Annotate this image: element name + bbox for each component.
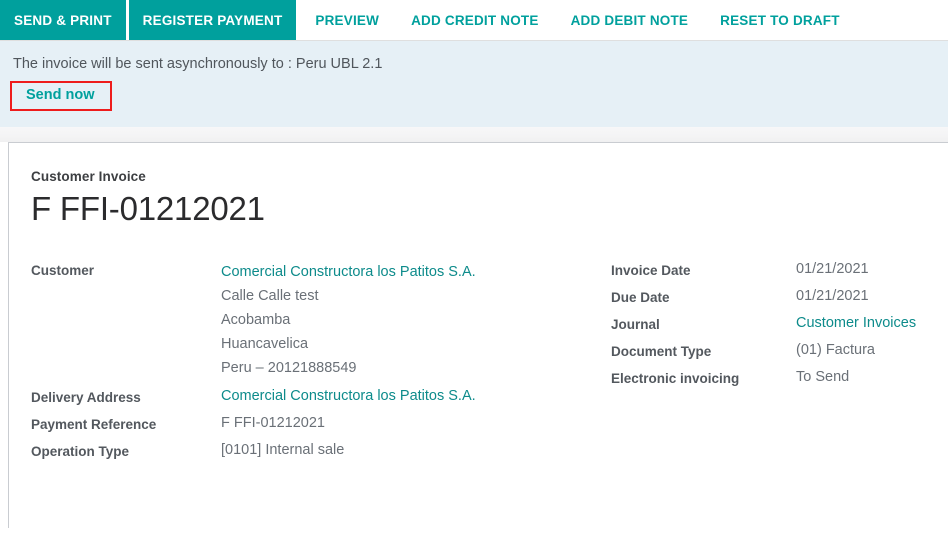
page-title: F FFI-01212021 — [31, 190, 265, 227]
action-button-register-payment[interactable]: REGISTER PAYMENT — [128, 0, 297, 41]
field-row-document-type: Document Type (01) Factura — [611, 341, 926, 361]
field-value-invoice-date: 01/21/2021 — [796, 261, 869, 277]
alert-action-area: Send now — [0, 81, 948, 111]
alert-message: The invoice will be sent asynchronously … — [13, 56, 383, 72]
field-label-operation-type: Operation Type — [31, 444, 130, 459]
field-label-payment-reference: Payment Reference — [31, 417, 157, 432]
field-value-payment-reference: F FFI-01212021 — [221, 415, 325, 431]
action-button-add-credit-note[interactable]: ADD CREDIT NOTE — [395, 0, 555, 41]
form-column-right: Invoice Date 01/21/2021 Due Date 01/21/2021… — [611, 260, 926, 395]
action-button-send-print[interactable]: SEND & PRINT — [0, 0, 126, 41]
sheet-container: Customer Invoice F FFI-01212021 Customer… — [0, 142, 948, 528]
field-label-document-type: Document Type — [611, 344, 712, 359]
field-value-delivery-address[interactable]: Comercial Constructora los Patitos S.A. — [221, 387, 476, 406]
field-value-journal[interactable]: Customer Invoices — [796, 314, 916, 333]
invoice-form-sheet: Customer Invoice F FFI-01212021 Customer… — [8, 142, 948, 528]
field-value-customer[interactable]: Comercial Constructora los Patitos S.A. C… — [221, 260, 476, 380]
field-row-customer: Customer Comercial Constructora los Patit… — [31, 260, 611, 380]
field-label-customer: Customer — [31, 263, 95, 278]
action-button-preview[interactable]: PREVIEW — [299, 0, 395, 41]
field-value-due-date: 01/21/2021 — [796, 288, 869, 304]
field-value-operation-type: [0101] Internal sale — [221, 442, 345, 458]
field-row-delivery-address: Delivery Address Comercial Constructora l… — [31, 387, 611, 407]
send-now-button[interactable]: Send now — [10, 81, 113, 111]
customer-address-line: Acobamba — [221, 312, 291, 328]
async-send-alert-banner: The invoice will be sent asynchronously … — [0, 41, 948, 127]
field-row-due-date: Due Date 01/21/2021 — [611, 287, 926, 307]
customer-address-line: Calle Calle test — [221, 288, 319, 304]
field-label-electronic-invoicing: Electronic invoicing — [611, 371, 740, 386]
sheet-top-shadow — [0, 127, 948, 142]
form-column-left: Customer Comercial Constructora los Patit… — [31, 260, 611, 468]
action-button-reset-to-draft[interactable]: RESET TO DRAFT — [704, 0, 856, 41]
customer-name-link[interactable]: Comercial Constructora los Patitos S.A. — [221, 260, 476, 284]
field-row-payment-reference: Payment Reference F FFI-01212021 — [31, 414, 611, 434]
customer-address-line: Peru – 20121888549 — [221, 360, 357, 376]
field-label-due-date: Due Date — [611, 290, 670, 305]
field-row-operation-type: Operation Type [0101] Internal sale — [31, 441, 611, 461]
field-label-delivery-address: Delivery Address — [31, 390, 141, 405]
action-button-add-debit-note[interactable]: ADD DEBIT NOTE — [555, 0, 705, 41]
field-label-invoice-date: Invoice Date — [611, 263, 691, 278]
status-action-bar: SEND & PRINT REGISTER PAYMENT PREVIEW ADD C… — [0, 0, 948, 41]
field-row-journal: Journal Customer Invoices — [611, 314, 926, 334]
field-row-electronic-invoicing: Electronic invoicing To Send — [611, 368, 926, 388]
field-value-electronic-invoicing: To Send — [796, 369, 850, 385]
field-row-invoice-date: Invoice Date 01/21/2021 — [611, 260, 926, 280]
field-value-document-type: (01) Factura — [796, 342, 875, 358]
form-columns: Customer Comercial Constructora los Patit… — [31, 260, 926, 468]
form-subtitle: Customer Invoice — [31, 169, 146, 184]
customer-address-line: Huancavelica — [221, 336, 309, 352]
field-label-journal: Journal — [611, 317, 660, 332]
